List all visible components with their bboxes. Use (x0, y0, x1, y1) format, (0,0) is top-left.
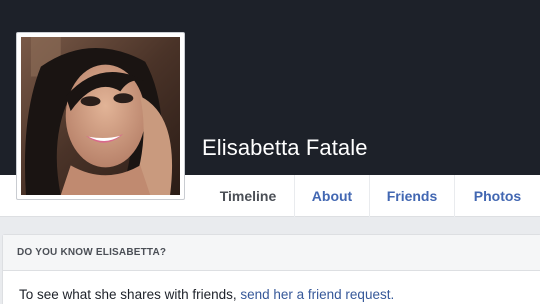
card-heading: DO YOU KNOW ELISABETTA? (3, 235, 540, 271)
profile-photo-image (21, 37, 180, 195)
tab-about[interactable]: About (294, 175, 369, 217)
profile-name[interactable]: Elisabetta Fatale (202, 135, 368, 161)
profile-picture[interactable] (16, 32, 185, 200)
friend-request-link[interactable]: send her a friend request. (240, 287, 394, 302)
card-body: To see what she shares with friends, sen… (3, 271, 540, 302)
tab-photos[interactable]: Photos (454, 175, 540, 217)
card-text: To see what she shares with friends, (19, 287, 241, 302)
profile-tabs: Timeline About Friends Photos (202, 175, 540, 217)
tab-timeline[interactable]: Timeline (202, 175, 294, 217)
do-you-know-card: DO YOU KNOW ELISABETTA? To see what she … (2, 234, 540, 304)
tab-friends[interactable]: Friends (369, 175, 454, 217)
